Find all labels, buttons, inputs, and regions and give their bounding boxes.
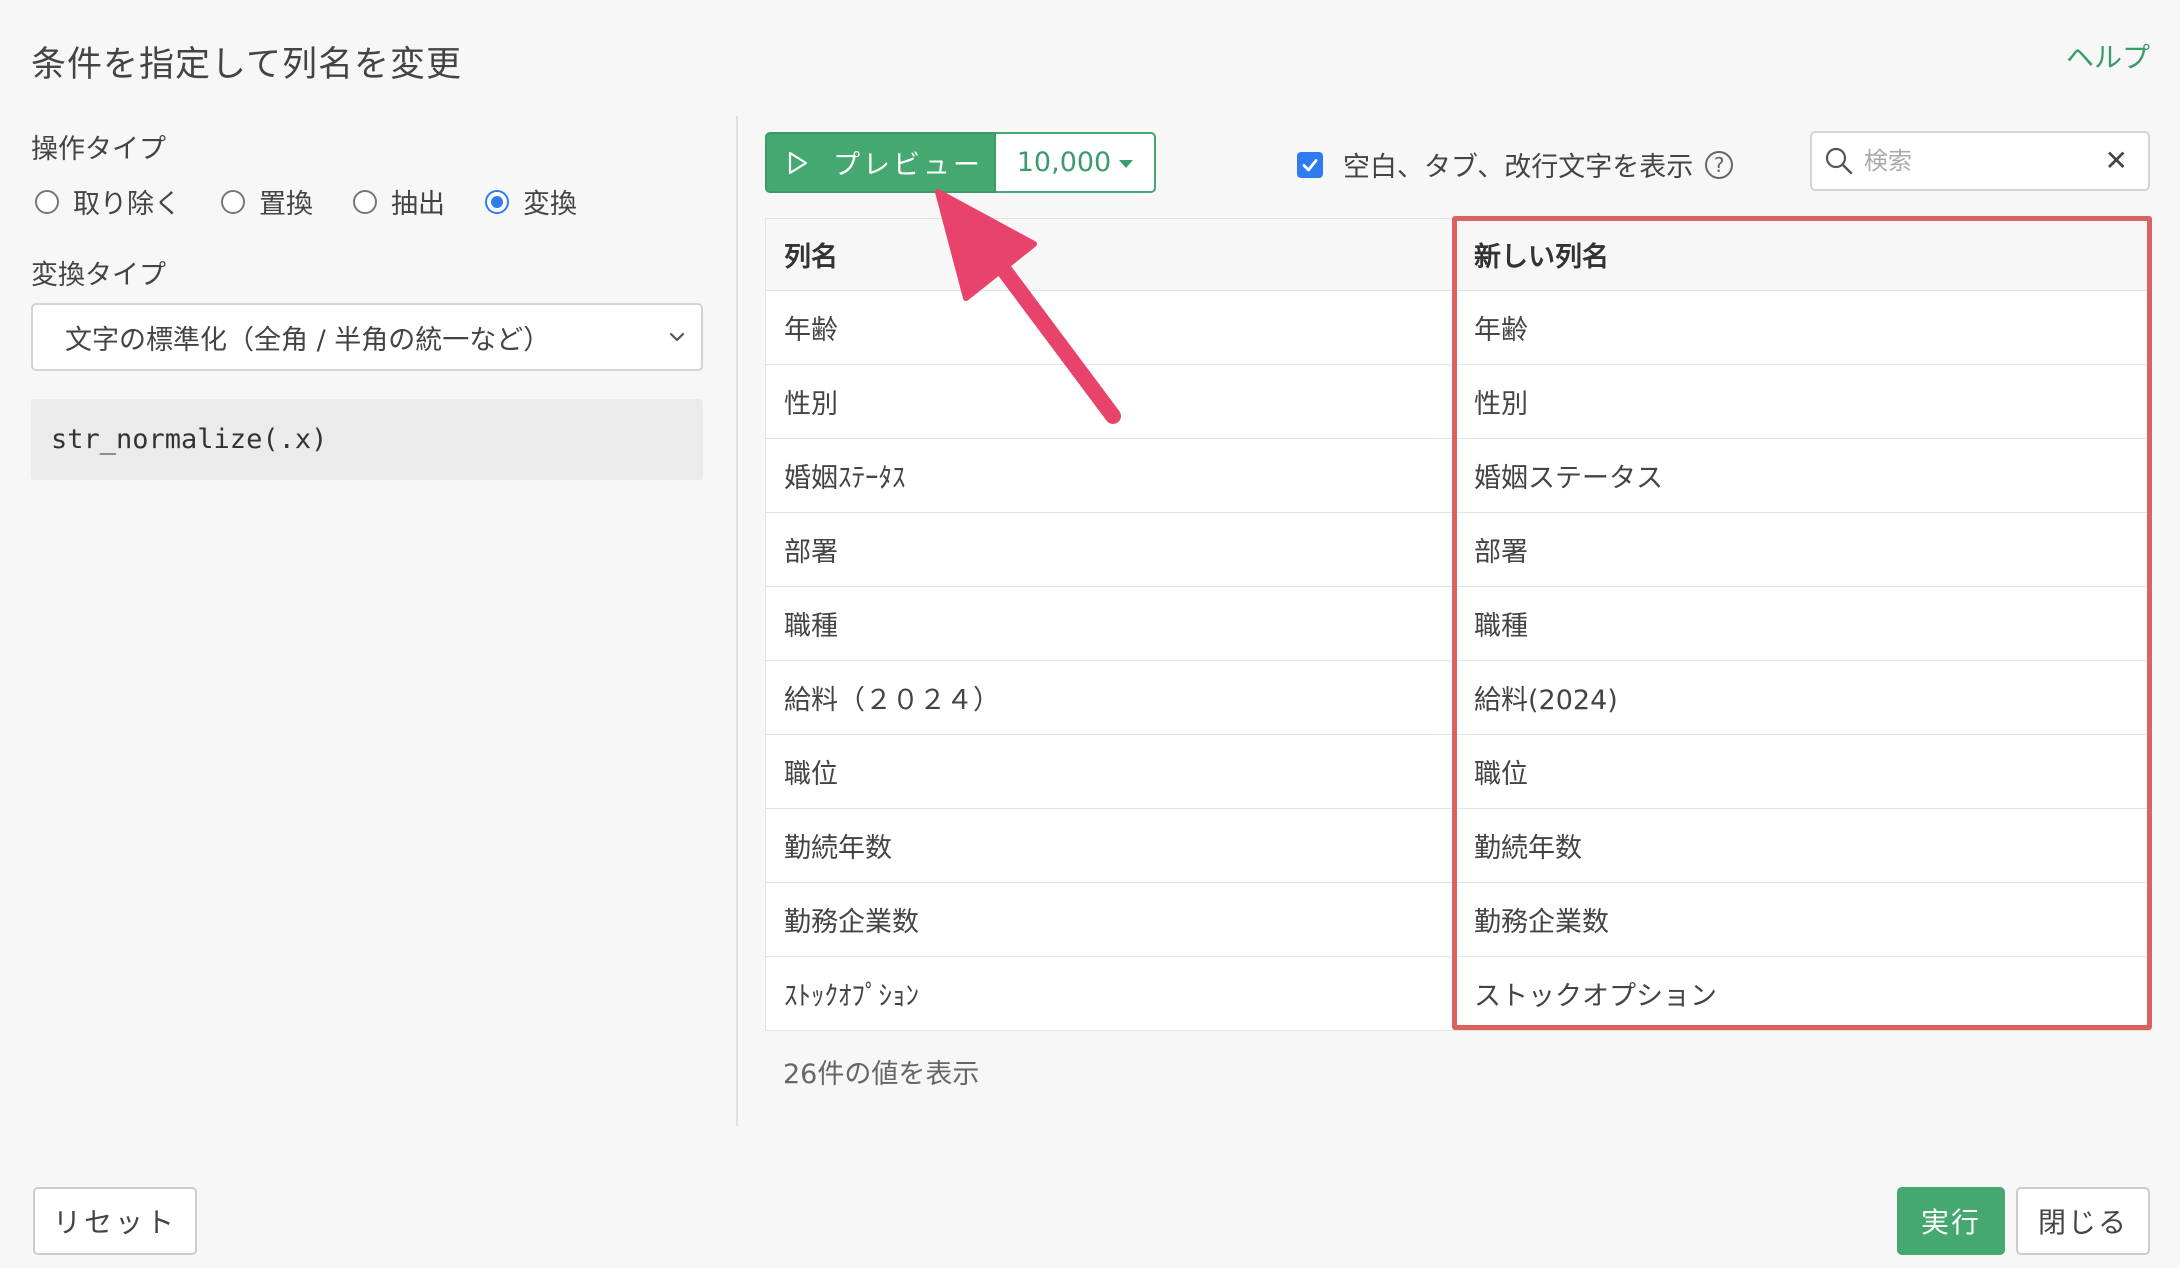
original-name-cell: 勤務企業数 [765,882,1456,957]
new-name-cell: 職位 [1455,734,2151,809]
table-row: 婚姻ｽﾃｰﾀｽ 婚姻ステータス [765,438,2151,513]
values-shown-count: 26件の値を表示 [783,1059,980,1090]
new-name-cell: 勤続年数 [1455,808,2151,883]
preview-button[interactable]: プレビュー [765,132,996,193]
table-row: ｽﾄｯｸｵﾌﾟｼｮﾝ ストックオプション [765,956,2151,1031]
play-icon [788,151,808,174]
conversion-type-label: 変換タイプ [31,260,166,291]
dialog-title: 条件を指定して列名を変更 [31,45,462,85]
conversion-type-select[interactable]: 文字の標準化（全角 / 半角の統一など） [31,303,703,371]
column-header-new: 新しい列名 [1455,218,2151,291]
panel-divider [736,116,738,1126]
radio-convert[interactable]: 変換 [485,182,577,221]
new-name-cell: 職種 [1455,586,2151,661]
help-link[interactable]: ヘルプ [2066,36,2150,76]
radio-label: 変換 [523,189,577,220]
radio-label: 置換 [259,189,313,220]
original-name-cell: 勤続年数 [765,808,1456,883]
checkmark-icon [1302,158,1318,171]
close-button[interactable]: 閉じる [2016,1187,2150,1255]
new-name-cell: 給料(2024) [1455,660,2151,735]
table-row: 勤務企業数 勤務企業数 [765,882,2151,957]
select-value: 文字の標準化（全角 / 半角の統一など） [65,324,551,356]
preview-button-label: プレビュー [833,150,983,181]
row-count-dropdown[interactable]: 10,000 [996,132,1156,193]
original-name-cell: 給料（２０２４） [765,660,1456,735]
rename-columns-dialog: 条件を指定して列名を変更 ヘルプ 操作タイプ 取り除く 置換 抽出 変換 変換タ… [0,0,2180,1268]
table-row: 職位 職位 [765,734,2151,809]
show-whitespace-label: 空白、タブ、改行文字を表示 [1343,152,1694,183]
table-row: 勤続年数 勤続年数 [765,808,2151,883]
radio-circle[interactable] [485,189,509,214]
caret-down-icon [1119,160,1134,168]
original-name-cell: 婚姻ｽﾃｰﾀｽ [765,438,1456,513]
run-button[interactable]: 実行 [1897,1187,2005,1255]
operation-type-label: 操作タイプ [31,134,166,165]
original-name-cell: 職位 [765,734,1456,809]
original-name-cell: 職種 [765,586,1456,661]
function-code-display: str_normalize(.x) [31,399,703,480]
chevron-down-icon [669,332,685,342]
help-icon[interactable]: ? [1705,150,1734,179]
table-row: 部署 部署 [765,512,2151,587]
search-icon [1825,147,1853,175]
radio-circle[interactable] [221,189,245,214]
table-row: 給料（２０２４） 給料(2024) [765,660,2151,735]
new-name-cell: 部署 [1455,512,2151,587]
radio-circle[interactable] [353,189,377,214]
show-whitespace-option: 空白、タブ、改行文字を表示 ? [1297,145,1734,184]
radio-replace[interactable]: 置換 [221,182,313,221]
original-name-cell: 部署 [765,512,1456,587]
row-count-value: 10,000 [1016,147,1112,178]
radio-label: 抽出 [391,189,445,220]
table-row: 職種 職種 [765,586,2151,661]
preview-button-group: プレビュー 10,000 [765,132,1156,193]
new-name-cell: 勤務企業数 [1455,882,2151,957]
new-name-cell: 婚姻ステータス [1455,438,2151,513]
new-name-cell: 性別 [1455,364,2151,439]
radio-extract[interactable]: 抽出 [353,182,445,221]
new-name-cell: ストックオプション [1455,956,2151,1031]
radio-remove[interactable]: 取り除く [35,182,181,221]
search-input[interactable] [1864,147,2074,175]
radio-label: 取り除く [73,189,181,220]
reset-button[interactable]: リセット [33,1187,197,1255]
annotation-arrow-icon [935,189,1121,424]
clear-search-icon[interactable]: ✕ [2105,147,2128,175]
new-name-cell: 年齢 [1455,290,2151,365]
radio-circle[interactable] [35,189,59,214]
search-box: ✕ [1810,131,2150,191]
operation-type-radio-group: 取り除く 置換 抽出 変換 [35,182,617,221]
show-whitespace-checkbox[interactable] [1297,151,1323,178]
original-name-cell: ｽﾄｯｸｵﾌﾟｼｮﾝ [765,956,1456,1031]
